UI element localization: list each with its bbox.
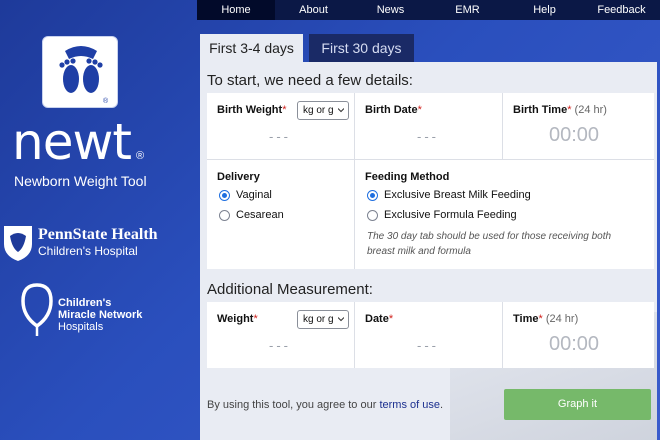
chevron-down-icon	[338, 108, 344, 113]
nav-feedback[interactable]: Feedback	[583, 0, 660, 20]
radio-button[interactable]	[219, 190, 230, 201]
radio-button[interactable]	[367, 190, 378, 201]
sponsor-pennstate-health[interactable]: PennState Health Children's Hospital	[2, 224, 192, 264]
tab-first-3-4-days[interactable]: First 3-4 days	[200, 34, 303, 62]
birth-weight-input[interactable]: ---	[269, 129, 291, 144]
sponsor-line3: Hospitals	[58, 321, 104, 333]
svg-text:®: ®	[103, 97, 109, 105]
form-card: To start, we need a few details: Birth W…	[200, 62, 657, 440]
birth-time-label: Birth Time* (24 hr)	[513, 104, 607, 116]
weight-cell: Weight* kg or g ---	[207, 302, 355, 368]
feeding-note: The 30 day tab should be used for those …	[367, 231, 612, 257]
delivery-label: Delivery	[217, 171, 260, 183]
nittany-lion-shield-icon	[4, 226, 32, 261]
birth-time-cell: Birth Time* (24 hr) 00:00	[503, 93, 654, 160]
time-label: Time* (24 hr)	[513, 313, 579, 325]
additional-heading: Additional Measurement:	[207, 281, 373, 298]
weight-unit-select[interactable]: kg or g	[297, 310, 349, 329]
date-label: Date*	[365, 313, 394, 325]
birth-details-grid: Birth Weight* kg or g --- Birth Date* --…	[207, 93, 654, 269]
birth-time-input[interactable]: 00:00	[549, 124, 599, 147]
additional-measurement-grid: Weight* kg or g --- Date* --- Time* (24 …	[207, 302, 654, 368]
tab-first-30-days[interactable]: First 30 days	[309, 34, 414, 62]
weight-label: Weight*	[217, 313, 258, 325]
nav-about[interactable]: About	[275, 0, 352, 20]
time-input[interactable]: 00:00	[549, 333, 599, 356]
sponsor-line2: Miracle Network	[58, 309, 143, 321]
birth-weight-cell: Birth Weight* kg or g ---	[207, 93, 355, 160]
main-panel: First 3-4 days First 30 days To start, w…	[197, 20, 660, 440]
balloon-icon	[21, 283, 53, 336]
nav-emr[interactable]: EMR	[429, 0, 506, 20]
delivery-cell: Delivery Vaginal Cesarean	[207, 160, 355, 269]
nav-home[interactable]: Home	[197, 0, 275, 20]
intro-heading: To start, we need a few details:	[207, 72, 413, 89]
feeding-method-label: Feeding Method	[365, 171, 450, 183]
brand-name: newt	[12, 113, 132, 171]
sponsor-title: PennState Health	[38, 226, 158, 243]
birth-weight-label: Birth Weight*	[217, 104, 287, 116]
feeding-method-cell: Feeding Method Exclusive Breast Milk Fee…	[355, 160, 654, 269]
radio-button[interactable]	[367, 210, 378, 221]
newt-logo[interactable]: ®	[42, 36, 118, 108]
brand-tagline: Newborn Weight Tool	[14, 173, 147, 189]
sponsor-line1: Children's	[58, 297, 112, 309]
birth-weight-unit-select[interactable]: kg or g	[297, 101, 349, 120]
registered-mark: ®	[136, 150, 145, 162]
top-nav: Home About News EMR Help Feedback	[197, 0, 660, 20]
nav-help[interactable]: Help	[506, 0, 583, 20]
graph-it-button[interactable]: Graph it	[504, 389, 651, 420]
birth-date-cell: Birth Date* ---	[355, 93, 503, 160]
brand-column: ® newt ® Newborn Weight Tool PennState H…	[0, 0, 196, 440]
radio-button[interactable]	[219, 210, 230, 221]
date-input[interactable]: ---	[417, 338, 439, 353]
tab-bar: First 3-4 days First 30 days	[197, 34, 660, 62]
baby-feet-icon: ®	[59, 46, 109, 105]
sponsor-cmn-hospitals[interactable]: Children's Miracle Network Hospitals	[20, 282, 190, 338]
nav-news[interactable]: News	[352, 0, 429, 20]
sponsor-subtitle: Children's Hospital	[38, 244, 138, 258]
date-cell: Date* ---	[355, 302, 503, 368]
chevron-down-icon	[338, 317, 344, 322]
time-cell: Time* (24 hr) 00:00	[503, 302, 654, 368]
birth-date-label: Birth Date*	[365, 104, 422, 116]
birth-date-input[interactable]: ---	[417, 129, 439, 144]
terms-text: By using this tool, you agree to our ter…	[207, 399, 444, 411]
weight-input[interactable]: ---	[269, 338, 291, 353]
terms-of-use-link[interactable]: terms of use	[379, 399, 440, 411]
